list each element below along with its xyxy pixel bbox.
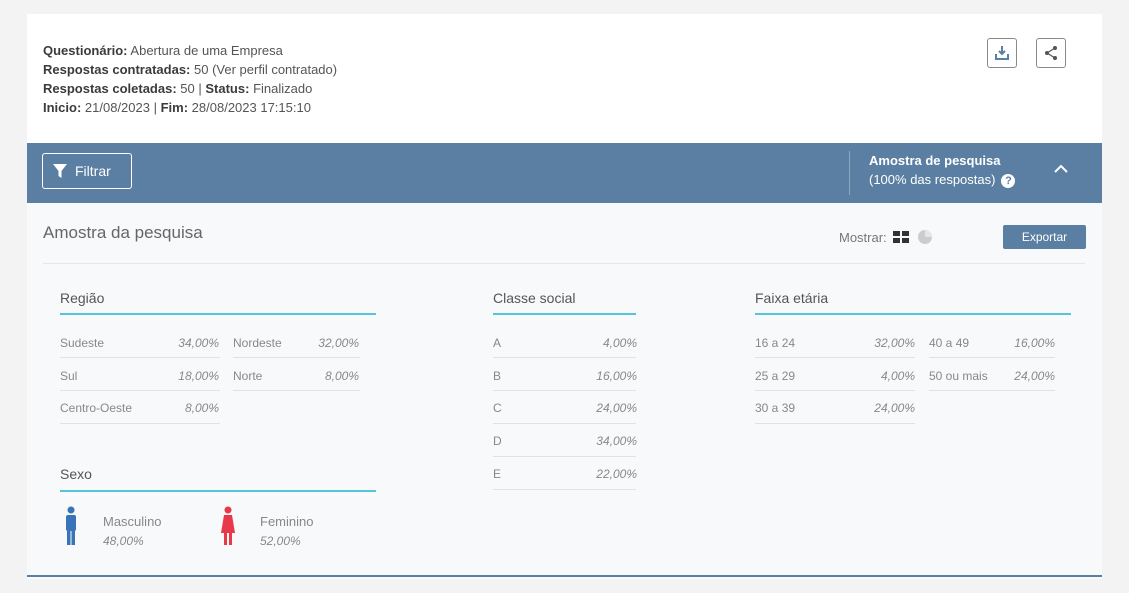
list-item-label: Sudeste <box>60 336 105 350</box>
survey-card: Questionário: Abertura de uma Empresa Re… <box>27 14 1102 579</box>
contratadas-value[interactable]: 50 (Ver perfil contratado) <box>194 62 337 77</box>
list-item-value: 16,00% <box>596 369 637 383</box>
row-divider <box>493 489 636 490</box>
list-item-value: 8,00% <box>324 369 359 383</box>
sample-panel: Amostra da pesquisa Mostrar: Exportar Re… <box>27 203 1102 579</box>
list-item-label: Sul <box>60 369 78 383</box>
sample-subtitle: (100% das respostas) <box>869 172 996 187</box>
list-item-value: 34,00% <box>596 434 637 448</box>
list-item-value: 24,00% <box>874 401 915 415</box>
classe-underline <box>493 313 636 315</box>
list-item-value: 18,00% <box>178 369 219 383</box>
classe-title: Classe social <box>493 290 576 306</box>
list-item-label: Norte <box>233 369 263 383</box>
filter-button[interactable]: Filtrar <box>42 153 132 189</box>
questionario-label: Questionário: <box>43 43 128 58</box>
divider <box>43 263 1085 264</box>
list-item-label: B <box>493 369 502 383</box>
row-divider <box>755 357 915 358</box>
list-item-value: 16,00% <box>1014 336 1055 350</box>
status-label: Status: <box>205 81 250 96</box>
list-item-value: 4,00% <box>880 369 915 383</box>
download-button[interactable] <box>987 38 1017 68</box>
row-divider <box>60 423 220 424</box>
sample-toggle[interactable]: Amostra de pesquisa (100% das respostas)… <box>869 151 1016 189</box>
sexo-title: Sexo <box>60 466 92 482</box>
list-item-value: 32,00% <box>874 336 915 350</box>
list-item-label: 25 a 29 <box>755 369 796 383</box>
row-divider <box>755 423 915 424</box>
list-item-label: 30 a 39 <box>755 401 796 415</box>
male-value: 48,00% <box>103 534 144 548</box>
list-item-label: D <box>493 434 502 448</box>
list-item-value: 24,00% <box>1014 369 1055 383</box>
show-toggle: Mostrar: <box>839 229 933 245</box>
row-divider <box>929 357 1055 358</box>
list-item-label: 50 ou mais <box>929 369 988 383</box>
female-value: 52,00% <box>260 534 301 548</box>
list-item-value: 32,00% <box>318 336 359 350</box>
questionario-value: Abertura de uma Empresa <box>130 43 283 58</box>
list-item-label: E <box>493 467 502 481</box>
panel-title: Amostra da pesquisa <box>43 223 203 242</box>
female-label: Feminino <box>260 514 314 529</box>
list-item-label: A <box>493 336 502 350</box>
row-divider <box>493 456 636 457</box>
filter-label: Filtrar <box>75 163 111 179</box>
list-item-label: Nordeste <box>233 336 282 350</box>
inicio-label: Inicio: <box>43 100 82 115</box>
row-divider <box>60 390 220 391</box>
female-icon <box>221 506 235 545</box>
sexo-underline <box>60 490 376 492</box>
row-divider <box>60 357 220 358</box>
download-icon <box>995 46 1009 60</box>
list-item-value: 8,00% <box>184 401 219 415</box>
show-label: Mostrar: <box>839 229 887 245</box>
regiao-title: Região <box>60 290 105 306</box>
row-divider <box>929 390 1055 391</box>
row-divider <box>233 390 360 391</box>
share-icon <box>1045 46 1057 60</box>
sample-title: Amostra de pesquisa <box>869 153 1001 168</box>
divider <box>849 151 850 195</box>
row-divider <box>493 423 636 424</box>
list-item-label: 16 a 24 <box>755 336 796 350</box>
list-item-value: 4,00% <box>602 336 637 350</box>
filter-bar: Filtrar Amostra de pesquisa (100% das re… <box>27 143 1102 203</box>
list-item-label: 40 a 49 <box>929 336 970 350</box>
filter-icon <box>53 164 67 178</box>
regiao-underline <box>60 313 376 315</box>
contratadas-label: Respostas contratadas: <box>43 62 191 77</box>
list-item-label: Centro-Oeste <box>60 401 133 415</box>
male-icon <box>66 506 76 545</box>
coletadas-value: 50 | <box>180 81 202 96</box>
table-view-icon[interactable] <box>892 231 909 243</box>
help-icon[interactable]: ? <box>1001 173 1016 188</box>
coletadas-label: Respostas coletadas: <box>43 81 177 96</box>
faixa-underline <box>755 313 1071 315</box>
row-divider <box>233 357 360 358</box>
list-item-value: 24,00% <box>596 401 637 415</box>
share-button[interactable] <box>1036 38 1066 68</box>
row-divider <box>755 390 915 391</box>
status-value: Finalizado <box>253 81 313 96</box>
pie-view-icon[interactable] <box>917 229 933 245</box>
inicio-value: 21/08/2023 | <box>84 100 157 115</box>
list-item-value: 34,00% <box>178 336 219 350</box>
chevron-up-icon[interactable] <box>1053 163 1069 175</box>
row-divider <box>493 390 636 391</box>
row-divider <box>493 357 636 358</box>
faixa-title: Faixa etária <box>755 290 829 306</box>
list-item-value: 22,00% <box>596 467 637 481</box>
survey-info: Questionário: Abertura de uma Empresa Re… <box>43 41 337 117</box>
male-label: Masculino <box>103 514 162 529</box>
export-button[interactable]: Exportar <box>1003 225 1086 249</box>
fim-label: Fim: <box>160 100 189 115</box>
divider <box>27 575 1102 577</box>
list-item-label: C <box>493 401 502 415</box>
fim-value: 28/08/2023 17:15:10 <box>191 100 311 115</box>
